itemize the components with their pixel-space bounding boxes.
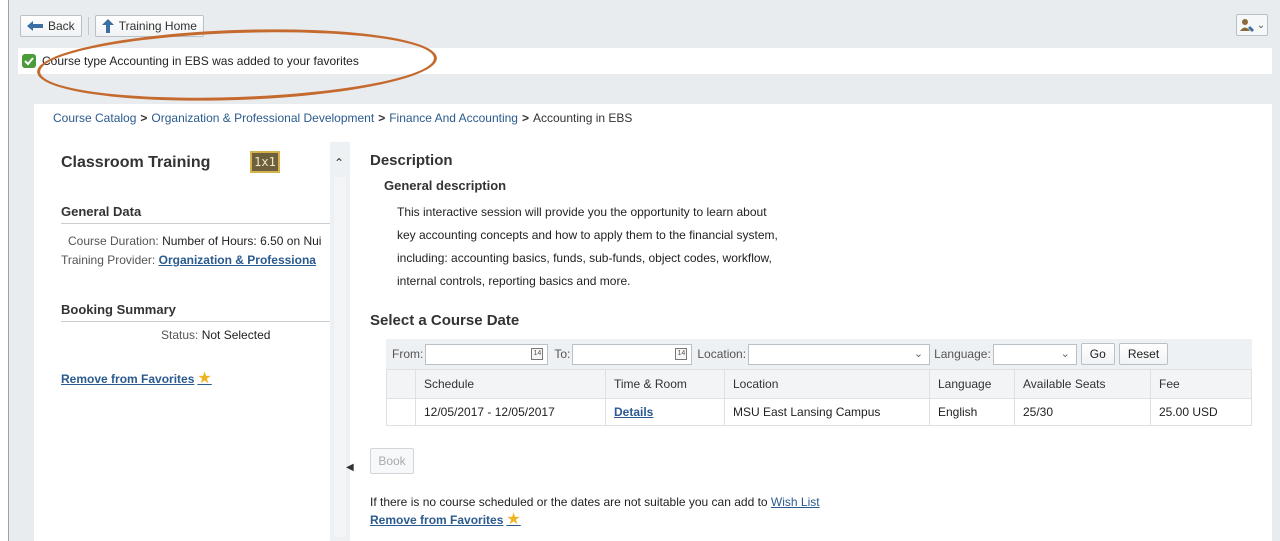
panel-splitter[interactable]: ⌃ ◀	[330, 142, 354, 541]
star-icon: ★	[506, 511, 521, 528]
description-heading: Description	[370, 152, 453, 169]
user-menu-button[interactable]: ⌄	[1236, 14, 1268, 36]
divider	[61, 223, 330, 224]
up-arrow-icon	[101, 19, 114, 33]
description-line: This interactive session will provide yo…	[397, 205, 767, 219]
to-date-input[interactable]: 14	[572, 343, 693, 365]
fee-cell: 25.00 USD	[1150, 398, 1252, 426]
language-label: Language:	[934, 347, 991, 361]
training-provider-link[interactable]: Organization & Professiona	[159, 253, 316, 267]
training-home-label: Training Home	[118, 19, 197, 33]
training-provider-row: Training Provider: Organization & Profes…	[61, 253, 316, 267]
location-select[interactable]: ⌄	[748, 343, 931, 365]
column-header[interactable]: Language	[929, 369, 1015, 399]
general-description-heading: General description	[384, 178, 507, 193]
user-settings-icon	[1239, 19, 1254, 32]
left-panel: Classroom Training 1x1 General Data Cour…	[34, 142, 330, 541]
chevron-down-icon: ⌄	[913, 347, 924, 360]
column-header[interactable]: Time & Room	[605, 369, 725, 399]
chevron-up-icon[interactable]: ⌃	[334, 156, 344, 170]
training-type-title: Classroom Training	[61, 154, 211, 171]
booking-summary-heading: Booking Summary	[61, 302, 176, 317]
from-date-input[interactable]: 14	[425, 343, 549, 365]
column-header[interactable]: Schedule	[415, 369, 606, 399]
schedule-cell: 12/05/2017 - 12/05/2017	[415, 398, 606, 426]
wish-list-link[interactable]: Wish List	[771, 495, 820, 509]
training-home-button[interactable]: Training Home	[94, 15, 204, 37]
remove-from-favorites-link[interactable]: Remove from Favorites ★	[61, 370, 212, 387]
breadcrumb-separator: >	[378, 111, 386, 125]
breadcrumb-separator: >	[521, 111, 529, 125]
content-panel: Course Catalog > Organization & Profession…	[34, 104, 1272, 541]
breadcrumb-separator: >	[140, 111, 148, 125]
booking-status-value: Not Selected	[201, 328, 271, 342]
booking-status-label: Status:	[161, 328, 199, 342]
back-label: Back	[48, 19, 75, 33]
filter-bar: From: 14 To: 14 Location: ⌄ Language: ⌄ …	[386, 339, 1252, 369]
row-selector-header	[386, 369, 416, 399]
chevron-left-icon[interactable]: ◀	[346, 462, 354, 473]
schedule-table: Schedule Time & Room Location Language A…	[386, 369, 1252, 426]
toolbar: Back Training Home	[20, 15, 204, 37]
seats-cell: 25/30	[1014, 398, 1151, 426]
breadcrumb: Course Catalog > Organization & Profession…	[53, 111, 632, 125]
breadcrumb-org-prof-dev[interactable]: Organization & Professional Development	[151, 111, 374, 125]
training-provider-label: Training Provider:	[61, 253, 156, 267]
classroom-board-icon: 1x1	[250, 151, 280, 173]
breadcrumb-finance-accounting[interactable]: Finance And Accounting	[389, 111, 518, 125]
column-header[interactable]: Location	[724, 369, 930, 399]
remove-favorites-label: Remove from Favorites	[61, 372, 195, 386]
breadcrumb-course-catalog[interactable]: Course Catalog	[53, 111, 136, 125]
column-header[interactable]: Available Seats	[1014, 369, 1151, 399]
to-label: To:	[554, 347, 571, 361]
chevron-down-icon: ⌄	[1256, 19, 1266, 31]
general-data-heading: General Data	[61, 204, 142, 219]
message-bar: Course type Accounting in EBS was added …	[18, 48, 1272, 74]
table-row[interactable]: 12/05/2017 - 12/05/2017 Details MSU East…	[386, 398, 1252, 426]
course-duration-value: Number of Hours: 6.50 on Nui	[162, 234, 322, 248]
course-duration-row: Course Duration: Number of Hours: 6.50 o…	[68, 234, 321, 248]
wish-list-text: If there is no course scheduled or the d…	[370, 495, 820, 509]
description-line: key accounting concepts and how to apply…	[397, 228, 778, 242]
from-label: From:	[392, 347, 424, 361]
scrollbar[interactable]	[334, 177, 346, 537]
details-link[interactable]: Details	[614, 405, 653, 419]
row-selector[interactable]	[386, 398, 416, 426]
select-course-date-heading: Select a Course Date	[370, 312, 520, 329]
calendar-icon[interactable]: 14	[675, 347, 688, 360]
success-check-icon	[22, 54, 36, 68]
table-header-row: Schedule Time & Room Location Language A…	[386, 369, 1252, 399]
right-panel: Description General description This int…	[370, 142, 1260, 541]
booking-status-row: Status: Not Selected	[161, 328, 270, 342]
star-icon: ★	[197, 370, 212, 387]
language-cell: English	[929, 398, 1015, 426]
wish-list-prompt: If there is no course scheduled or the d…	[370, 495, 771, 509]
back-arrow-icon	[27, 21, 43, 31]
course-duration-label: Course Duration:	[68, 234, 159, 248]
description-line: internal controls, reporting basics and …	[397, 274, 631, 288]
divider	[61, 321, 330, 322]
calendar-icon[interactable]: 14	[531, 347, 544, 360]
location-cell: MSU East Lansing Campus	[724, 398, 930, 426]
toolbar-separator	[87, 17, 89, 35]
location-label: Location:	[697, 347, 747, 361]
message-text: Course type Accounting in EBS was added …	[42, 54, 359, 68]
breadcrumb-current: Accounting in EBS	[533, 111, 633, 125]
remove-favorites-label: Remove from Favorites	[370, 513, 504, 527]
reset-button[interactable]: Reset	[1118, 343, 1169, 365]
time-room-cell: Details	[605, 398, 725, 426]
remove-from-favorites-link[interactable]: Remove from Favorites ★	[370, 511, 521, 528]
go-button[interactable]: Go	[1080, 343, 1115, 365]
column-header[interactable]: Fee	[1150, 369, 1252, 399]
chevron-down-icon: ⌄	[1060, 347, 1070, 360]
back-button[interactable]: Back	[20, 15, 82, 37]
description-line: including: accounting basics, funds, sub…	[397, 251, 772, 265]
language-select[interactable]: ⌄	[992, 343, 1077, 365]
book-button[interactable]: Book	[370, 448, 414, 474]
